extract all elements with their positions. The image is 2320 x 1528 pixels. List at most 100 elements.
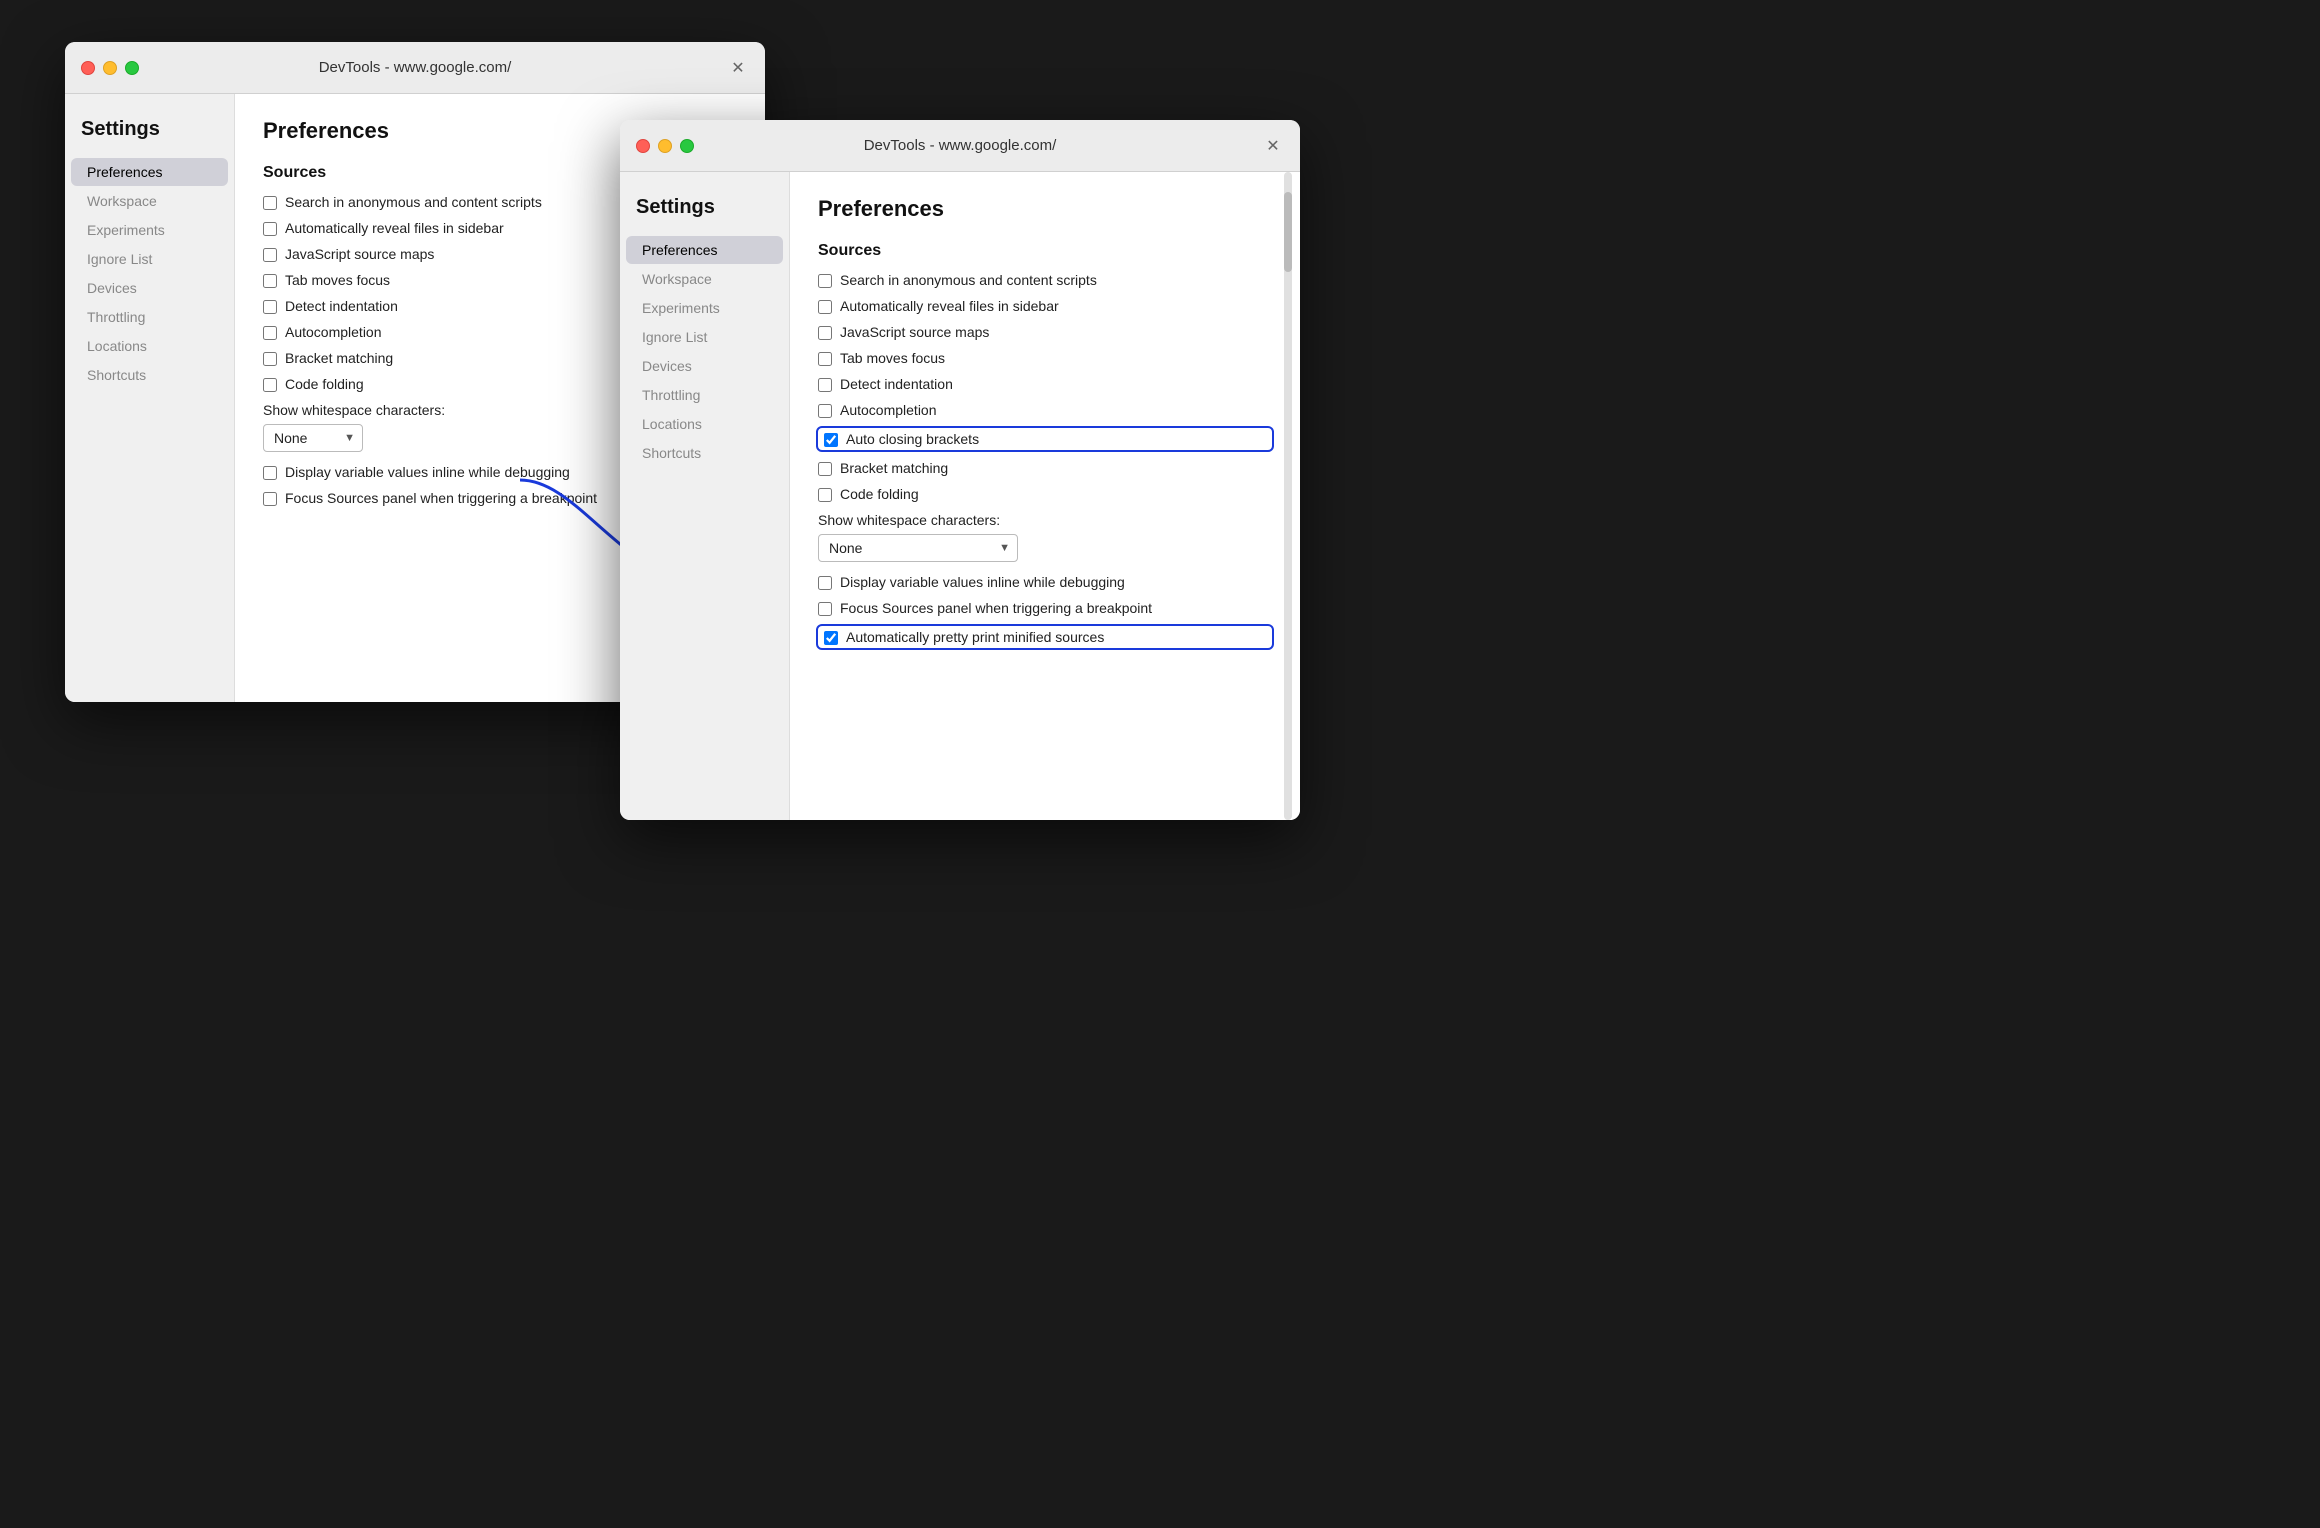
close-button-2[interactable] <box>636 139 650 153</box>
checkbox-display-label-1: Display variable values inline while deb… <box>285 464 570 480</box>
titlebar-title-2: DevTools - www.google.com/ <box>864 137 1057 154</box>
checkbox-display-input-1[interactable] <box>263 466 277 480</box>
checkbox-folding-input-1[interactable] <box>263 378 277 392</box>
titlebar-title-1: DevTools - www.google.com/ <box>319 59 512 76</box>
minimize-button-1[interactable] <box>103 61 117 75</box>
checkbox-prettyprint-input-2[interactable] <box>824 631 838 645</box>
whitespace-select-1[interactable]: None All Trailing Boundary <box>263 424 363 452</box>
sidebar-item-locations-2[interactable]: Locations <box>626 410 783 438</box>
checkbox-anon-label-1: Search in anonymous and content scripts <box>285 194 542 210</box>
checkbox-bracket-label-1: Bracket matching <box>285 350 393 366</box>
checkbox-jsmaps-input-1[interactable] <box>263 248 277 262</box>
checkbox-detect-label-1: Detect indentation <box>285 298 398 314</box>
maximize-button-1[interactable] <box>125 61 139 75</box>
checkbox-detect-input-2[interactable] <box>818 378 832 392</box>
sidebar-item-workspace-1[interactable]: Workspace <box>71 187 228 215</box>
checkbox-focus-label-1: Focus Sources panel when triggering a br… <box>285 490 597 506</box>
checkbox-anon-input-2[interactable] <box>818 274 832 288</box>
checkbox-prettyprint-label-2: Automatically pretty print minified sour… <box>846 629 1104 645</box>
checkbox-reveal-input-1[interactable] <box>263 222 277 236</box>
checkbox-anon-input-1[interactable] <box>263 196 277 210</box>
checkbox-display-input-2[interactable] <box>818 576 832 590</box>
checkbox-tabfocus-input-2[interactable] <box>818 352 832 366</box>
checkbox-auto-input-1[interactable] <box>263 326 277 340</box>
checkbox-folding-label-1: Code folding <box>285 376 364 392</box>
checkbox-detect-2[interactable]: Detect indentation <box>818 376 1272 392</box>
checkbox-tabfocus-2[interactable]: Tab moves focus <box>818 350 1272 366</box>
sidebar-item-ignore-1[interactable]: Ignore List <box>71 245 228 273</box>
sidebar-item-preferences-2[interactable]: Preferences <box>626 236 783 264</box>
checkbox-jsmaps-2[interactable]: JavaScript source maps <box>818 324 1272 340</box>
sidebar-item-ignore-2[interactable]: Ignore List <box>626 323 783 351</box>
main-title-2: Preferences <box>818 196 1272 222</box>
checkbox-display-2[interactable]: Display variable values inline while deb… <box>818 574 1272 590</box>
sidebar-item-throttling-1[interactable]: Throttling <box>71 303 228 331</box>
checkbox-detect-label-2: Detect indentation <box>840 376 953 392</box>
checkbox-jsmaps-input-2[interactable] <box>818 326 832 340</box>
scrollbar-track-2[interactable] <box>1284 172 1292 820</box>
checkbox-reveal-label-2: Automatically reveal files in sidebar <box>840 298 1059 314</box>
select-wrapper-1[interactable]: None All Trailing Boundary ▼ <box>263 424 363 452</box>
checkbox-reveal-input-2[interactable] <box>818 300 832 314</box>
checkbox-autoclosing-input-2[interactable] <box>824 433 838 447</box>
sidebar-item-experiments-1[interactable]: Experiments <box>71 216 228 244</box>
checkbox-display-label-2: Display variable values inline while deb… <box>840 574 1125 590</box>
checkbox-auto-label-1: Autocompletion <box>285 324 382 340</box>
checkbox-autoclosing-2[interactable]: Auto closing brackets <box>818 428 1272 450</box>
checkbox-autocompletion-2[interactable]: Autocompletion <box>818 402 1272 418</box>
checkbox-codefolding-input-2[interactable] <box>818 488 832 502</box>
checkbox-bracketmatch-input-2[interactable] <box>818 462 832 476</box>
checkbox-jsmaps-label-1: JavaScript source maps <box>285 246 434 262</box>
sidebar-item-experiments-2[interactable]: Experiments <box>626 294 783 322</box>
sidebar-item-locations-1[interactable]: Locations <box>71 332 228 360</box>
select-wrapper-2[interactable]: None All Trailing Boundary ▼ <box>818 534 1018 562</box>
checkbox-focussources-input-2[interactable] <box>818 602 832 616</box>
checkbox-codefolding-2[interactable]: Code folding <box>818 486 1272 502</box>
traffic-lights-2 <box>636 139 694 153</box>
scrollbar-thumb-2[interactable] <box>1284 192 1292 272</box>
checkbox-autocompletion-label-2: Autocompletion <box>840 402 937 418</box>
checkbox-bracketmatch-label-2: Bracket matching <box>840 460 948 476</box>
sidebar-1: Settings Preferences Workspace Experimen… <box>65 94 235 702</box>
sidebar-item-devices-1[interactable]: Devices <box>71 274 228 302</box>
maximize-button-2[interactable] <box>680 139 694 153</box>
window-2: DevTools - www.google.com/ ✕ Settings Pr… <box>620 120 1300 820</box>
checkbox-tabfocus-label-1: Tab moves focus <box>285 272 390 288</box>
checkbox-bracketmatch-2[interactable]: Bracket matching <box>818 460 1272 476</box>
close-icon-1[interactable]: ✕ <box>727 57 749 79</box>
checkbox-bracket-input-1[interactable] <box>263 352 277 366</box>
checkbox-tabfocus-label-2: Tab moves focus <box>840 350 945 366</box>
main-content-2: Preferences Sources Search in anonymous … <box>790 172 1300 820</box>
checkbox-focussources-label-2: Focus Sources panel when triggering a br… <box>840 600 1152 616</box>
checkbox-anon-2[interactable]: Search in anonymous and content scripts <box>818 272 1272 288</box>
sidebar-heading-2: Settings <box>620 188 789 235</box>
sidebar-heading-1: Settings <box>65 110 234 157</box>
checkbox-jsmaps-label-2: JavaScript source maps <box>840 324 989 340</box>
sidebar-item-workspace-2[interactable]: Workspace <box>626 265 783 293</box>
checkbox-autoclosing-label-2: Auto closing brackets <box>846 431 979 447</box>
checkbox-focussources-2[interactable]: Focus Sources panel when triggering a br… <box>818 600 1272 616</box>
settings-body-2: Settings Preferences Workspace Experimen… <box>620 172 1300 820</box>
checkbox-reveal-2[interactable]: Automatically reveal files in sidebar <box>818 298 1272 314</box>
close-icon-2[interactable]: ✕ <box>1262 135 1284 157</box>
whitespace-select-2[interactable]: None All Trailing Boundary <box>818 534 1018 562</box>
sidebar-item-shortcuts-1[interactable]: Shortcuts <box>71 361 228 389</box>
checkbox-focus-input-1[interactable] <box>263 492 277 506</box>
sidebar-item-throttling-2[interactable]: Throttling <box>626 381 783 409</box>
sidebar-item-preferences-1[interactable]: Preferences <box>71 158 228 186</box>
close-button-1[interactable] <box>81 61 95 75</box>
traffic-lights-1 <box>81 61 139 75</box>
checkbox-prettyprint-2[interactable]: Automatically pretty print minified sour… <box>818 626 1272 648</box>
section-heading-2: Sources <box>818 242 1272 260</box>
checkbox-anon-label-2: Search in anonymous and content scripts <box>840 272 1097 288</box>
sidebar-item-shortcuts-2[interactable]: Shortcuts <box>626 439 783 467</box>
minimize-button-2[interactable] <box>658 139 672 153</box>
whitespace-label-2: Show whitespace characters: <box>818 512 1272 528</box>
checkbox-tabfocus-input-1[interactable] <box>263 274 277 288</box>
checkbox-detect-input-1[interactable] <box>263 300 277 314</box>
sidebar-2: Settings Preferences Workspace Experimen… <box>620 172 790 820</box>
titlebar-1: DevTools - www.google.com/ ✕ <box>65 42 765 94</box>
sidebar-item-devices-2[interactable]: Devices <box>626 352 783 380</box>
titlebar-2: DevTools - www.google.com/ ✕ <box>620 120 1300 172</box>
checkbox-autocompletion-input-2[interactable] <box>818 404 832 418</box>
